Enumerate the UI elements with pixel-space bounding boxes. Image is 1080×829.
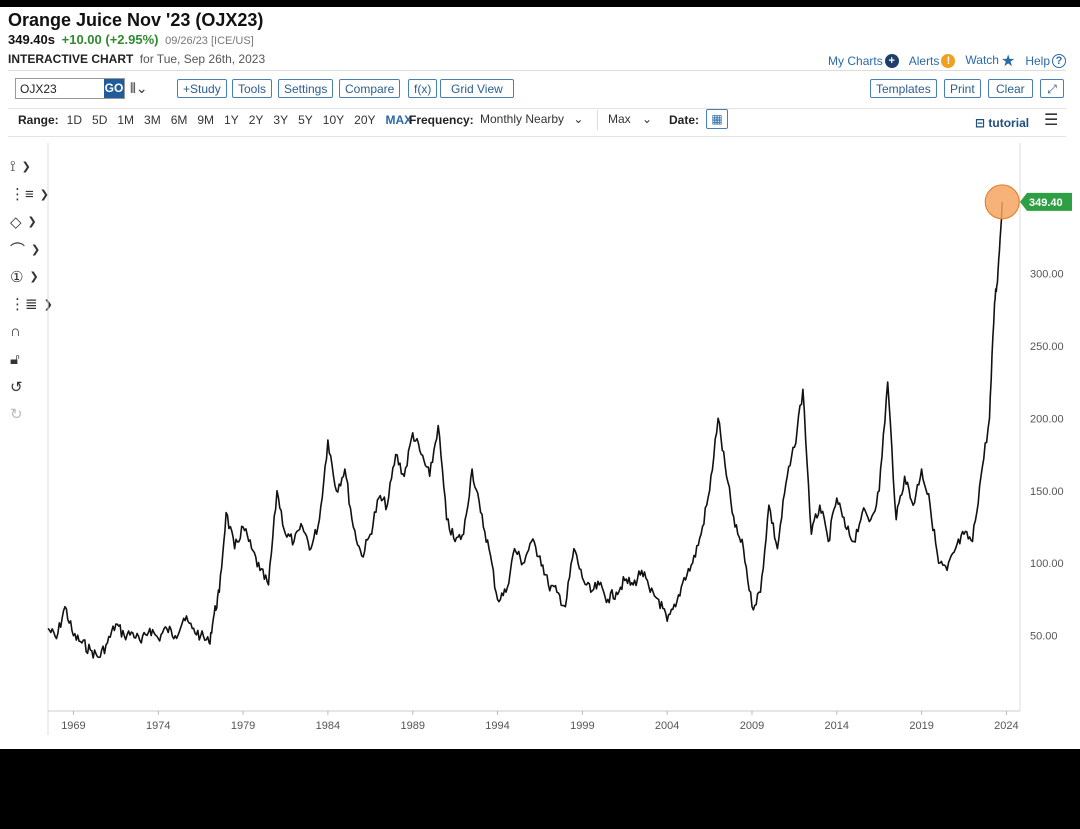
x-tick-label: 1999: [570, 720, 594, 732]
y-tick-label: 100.00: [1030, 558, 1064, 570]
series-line-ojx23: [47, 201, 1003, 659]
x-tick-label: 2014: [825, 720, 849, 732]
x-tick-label: 1984: [316, 720, 340, 732]
x-tick-label: 2019: [909, 720, 933, 732]
y-tick-label: 50.00: [1030, 631, 1058, 643]
x-tick-label: 1979: [231, 720, 255, 732]
x-tick-label: 1969: [61, 720, 85, 732]
y-tick-label: 300.00: [1030, 268, 1064, 280]
x-tick-label: 1994: [485, 720, 509, 732]
last-value-marker[interactable]: [984, 184, 1020, 220]
last-value-badge: 349.40: [1020, 192, 1072, 211]
x-tick-label: 2024: [994, 720, 1018, 732]
x-axis-ticks: 1969 1974 1979 1984 1989 1994 1999 2004 2009 2014…: [61, 711, 1019, 732]
price-chart[interactable]: 1969 1974 1979 1984 1989 1994 1999 2004 2009 2014…: [0, 7, 1080, 749]
x-tick-label: 2009: [740, 720, 764, 732]
y-tick-label: 250.00: [1030, 341, 1064, 353]
x-tick-label: 1974: [146, 720, 170, 732]
last-value-label: 349.40: [1029, 197, 1063, 209]
x-tick-label: 1989: [400, 720, 424, 732]
y-tick-label: 150.00: [1030, 486, 1064, 498]
x-tick-label: 2004: [655, 720, 679, 732]
y-tick-label: 200.00: [1030, 413, 1064, 425]
y-axis-ticks: 50.00 100.00 150.00 200.00 250.00 300.00: [1030, 268, 1064, 642]
chart-page: Orange Juice Nov '23 (OJX23) 349.40s +10…: [0, 7, 1080, 749]
